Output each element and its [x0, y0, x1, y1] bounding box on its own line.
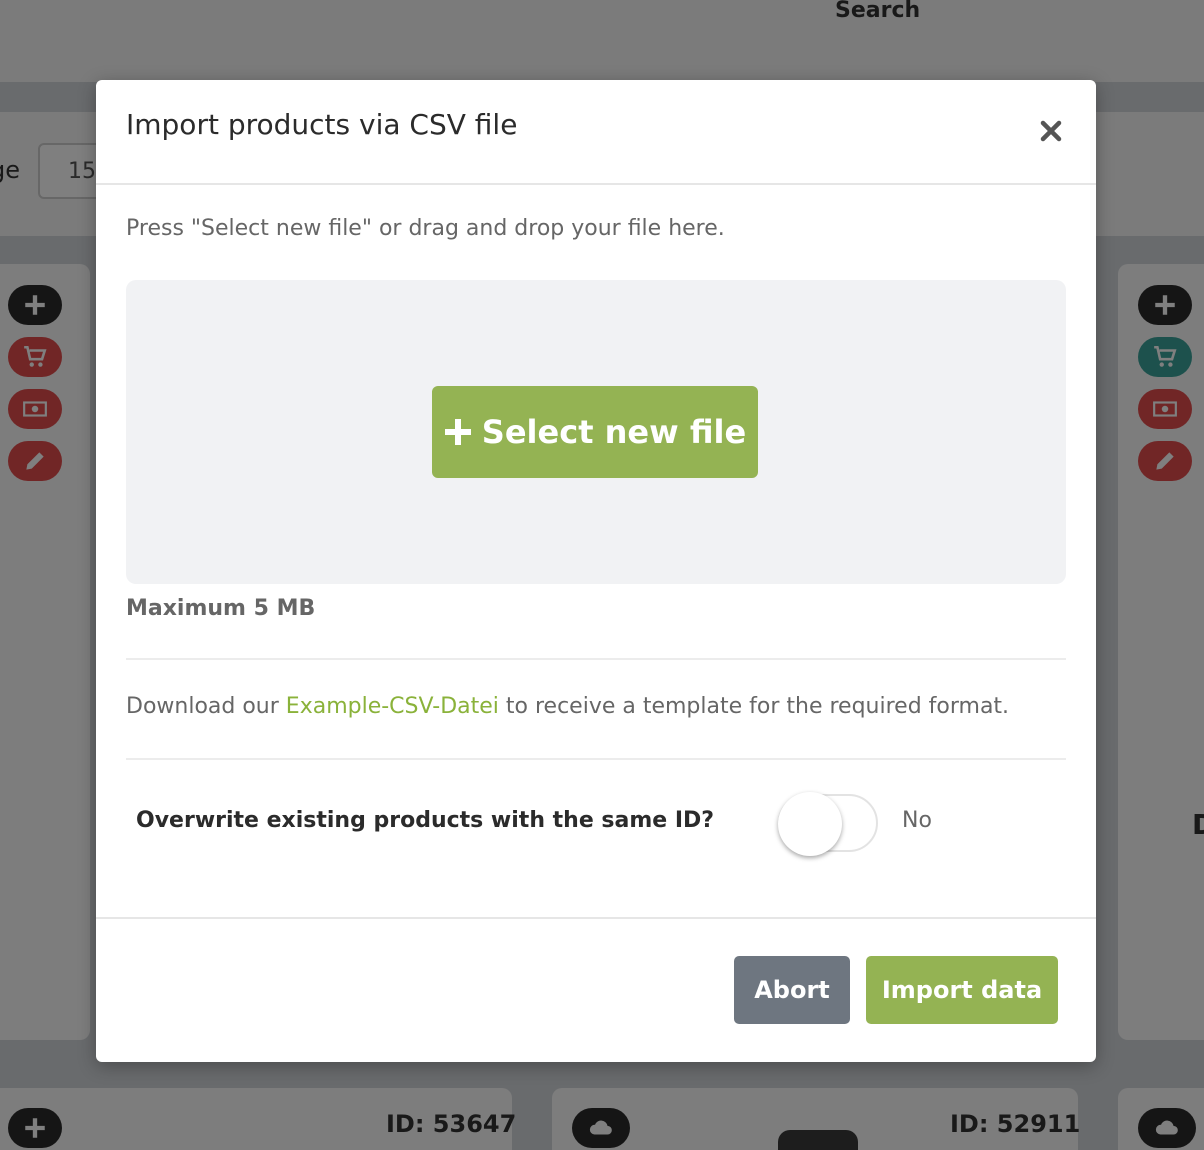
download-suffix: to receive a template for the required f… [498, 694, 1010, 719]
file-dropzone[interactable]: Select new file [126, 280, 1066, 584]
close-icon [1040, 120, 1062, 142]
max-file-size: Maximum 5 MB [126, 596, 316, 621]
dialog-title: Import products via CSV file [126, 108, 518, 141]
divider [126, 758, 1066, 760]
dialog-footer-divider [96, 917, 1096, 919]
import-data-button[interactable]: Import data [866, 956, 1058, 1024]
close-button[interactable] [1036, 116, 1066, 146]
download-hint: Download our Example-CSV-Datei to receiv… [126, 694, 1009, 719]
abort-button[interactable]: Abort [734, 956, 850, 1024]
plus-icon [444, 419, 471, 445]
divider [126, 658, 1066, 660]
overwrite-label: Overwrite existing products with the sam… [136, 808, 715, 833]
upload-instruction: Press "Select new file" or drag and drop… [126, 216, 725, 241]
example-csv-link[interactable]: Example-CSV-Datei [286, 694, 499, 719]
download-prefix: Download our [126, 694, 286, 719]
select-file-button[interactable]: Select new file [432, 386, 758, 478]
import-csv-dialog: Import products via CSV file Press "Sele… [96, 80, 1096, 1062]
dialog-header: Import products via CSV file [96, 80, 1096, 185]
select-file-label: Select new file [481, 413, 747, 451]
toggle-knob[interactable] [778, 792, 842, 856]
overwrite-toggle[interactable] [778, 792, 882, 856]
overwrite-state: No [902, 808, 932, 833]
